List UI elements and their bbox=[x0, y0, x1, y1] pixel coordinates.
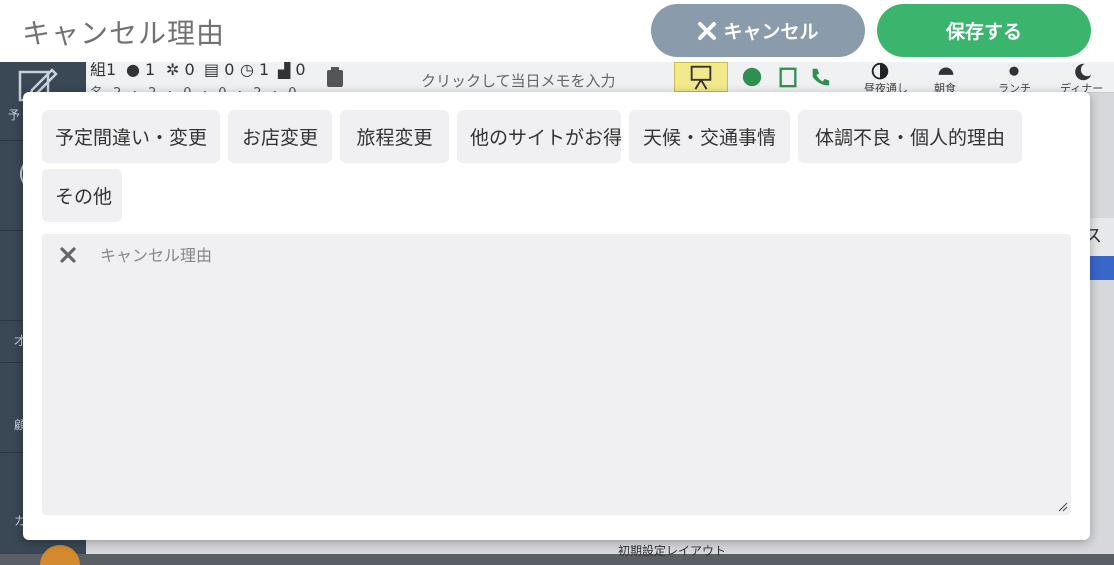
reason-chip-weather-traffic[interactable]: 天候・交通事情 bbox=[629, 110, 790, 163]
close-icon bbox=[698, 21, 717, 40]
save-button[interactable]: 保存する bbox=[877, 4, 1091, 57]
stat-walk: ✲ 0 bbox=[166, 60, 195, 79]
layout-name: 初期設定レイアウト bbox=[618, 544, 727, 558]
dialog-header: キャンセル理由 キャンセル 保存する bbox=[0, 0, 1114, 62]
stat-globe: ● 1 bbox=[126, 60, 156, 79]
clipboard-icon bbox=[779, 67, 797, 88]
stat-phone: ▟ 0 bbox=[278, 60, 306, 79]
sidebar-label-0: 予 bbox=[8, 108, 21, 122]
page-title: キャンセル理由 bbox=[22, 17, 226, 50]
layout-toggle bbox=[674, 62, 728, 92]
stat-list: ▤ 0 bbox=[204, 60, 235, 79]
globe-icon bbox=[742, 67, 762, 87]
stat-clock: ◷ 1 bbox=[240, 60, 270, 79]
stat-row-2: 名 2 ･ 2 ･ 0 ･ 0 ･ 2 ･ 0 bbox=[90, 82, 300, 101]
reason-chip-health-personal[interactable]: 体調不良・個人的理由 bbox=[798, 110, 1022, 163]
cancel-reason-input[interactable] bbox=[100, 242, 1060, 504]
presentation-icon bbox=[690, 65, 712, 90]
background-topbar: 組1 ● 1 ✲ 0 ▤ 0 ◷ 1 ▟ 0 名 2 ･ 2 ･ 0 ･ 0 ･… bbox=[86, 60, 1114, 101]
reason-chip-itinerary-change[interactable]: 旅程変更 bbox=[340, 110, 449, 163]
cancel-button-label: キャンセル bbox=[723, 21, 819, 43]
stat-groups: 組1 bbox=[90, 60, 117, 79]
reason-chip-store-change[interactable]: お店変更 bbox=[228, 110, 332, 163]
day-memo-input: クリックして当日メモを入力 bbox=[421, 72, 616, 90]
reason-field bbox=[42, 234, 1071, 515]
reason-chip-schedule-change[interactable]: 予定間違い・変更 bbox=[42, 110, 220, 163]
reason-chip-other[interactable]: その他 bbox=[42, 169, 122, 222]
phone-icon bbox=[812, 68, 830, 86]
cancel-reason-dialog: 予定間違い・変更 お店変更 旅程変更 他のサイトがお得 天候・交通事情 体調不良… bbox=[23, 92, 1090, 540]
memo-icon bbox=[327, 67, 343, 87]
reason-chip-other-site-cheaper[interactable]: 他のサイトがお得 bbox=[457, 110, 622, 163]
clear-icon[interactable] bbox=[59, 246, 77, 264]
cancel-button[interactable]: キャンセル bbox=[651, 4, 865, 57]
resize-handle-icon[interactable] bbox=[1058, 502, 1068, 512]
